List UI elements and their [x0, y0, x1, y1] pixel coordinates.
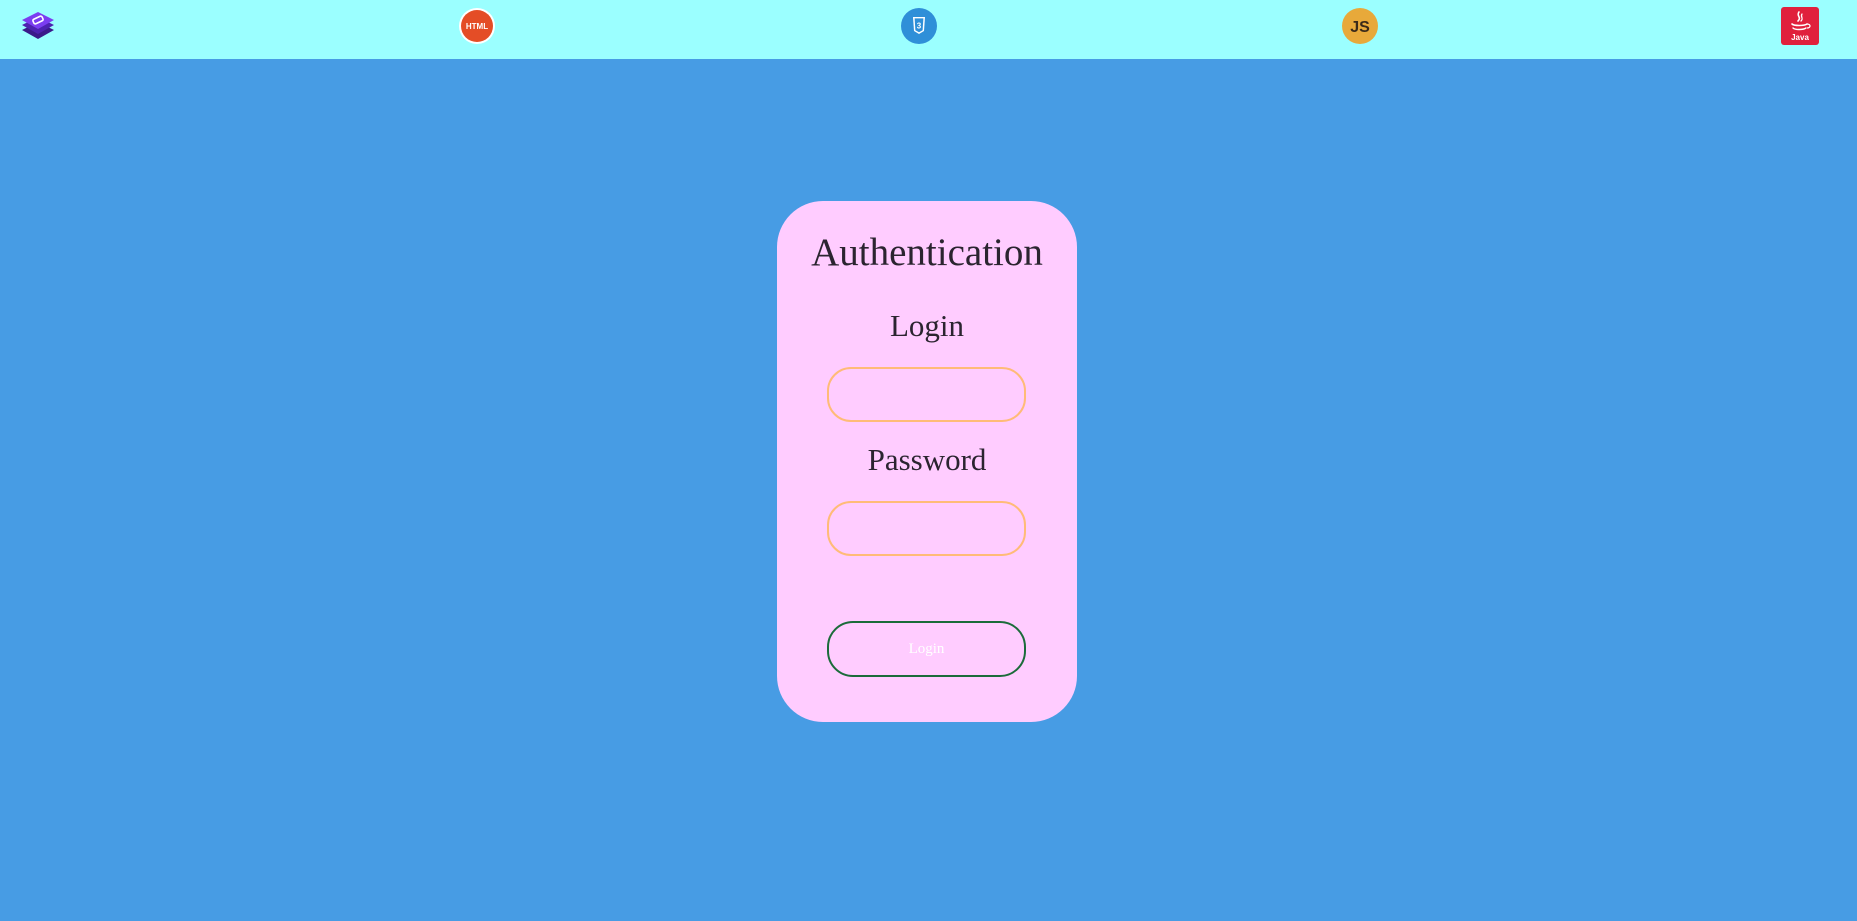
- top-navigation-bar: HTML 3 JS Java: [0, 0, 1857, 59]
- javascript-logo-icon[interactable]: JS: [1342, 8, 1378, 44]
- login-submit-button[interactable]: Login: [827, 621, 1026, 677]
- password-label: Password: [867, 442, 987, 477]
- css3-logo-text: 3: [917, 22, 922, 31]
- page-title: Authentication: [811, 231, 1043, 274]
- java-logo-text: Java: [1791, 33, 1809, 42]
- authentication-card: Authentication Login Password Login: [777, 201, 1077, 722]
- app-logo-icon[interactable]: [20, 8, 56, 44]
- password-input[interactable]: [827, 501, 1026, 556]
- javascript-logo-text: JS: [1350, 19, 1370, 36]
- html5-logo-text: HTML: [466, 22, 488, 31]
- login-input[interactable]: [827, 367, 1026, 422]
- html5-logo-icon[interactable]: HTML: [459, 8, 495, 44]
- login-label: Login: [889, 308, 965, 343]
- java-logo-icon[interactable]: Java: [1781, 7, 1819, 45]
- css3-logo-icon[interactable]: 3: [901, 8, 937, 44]
